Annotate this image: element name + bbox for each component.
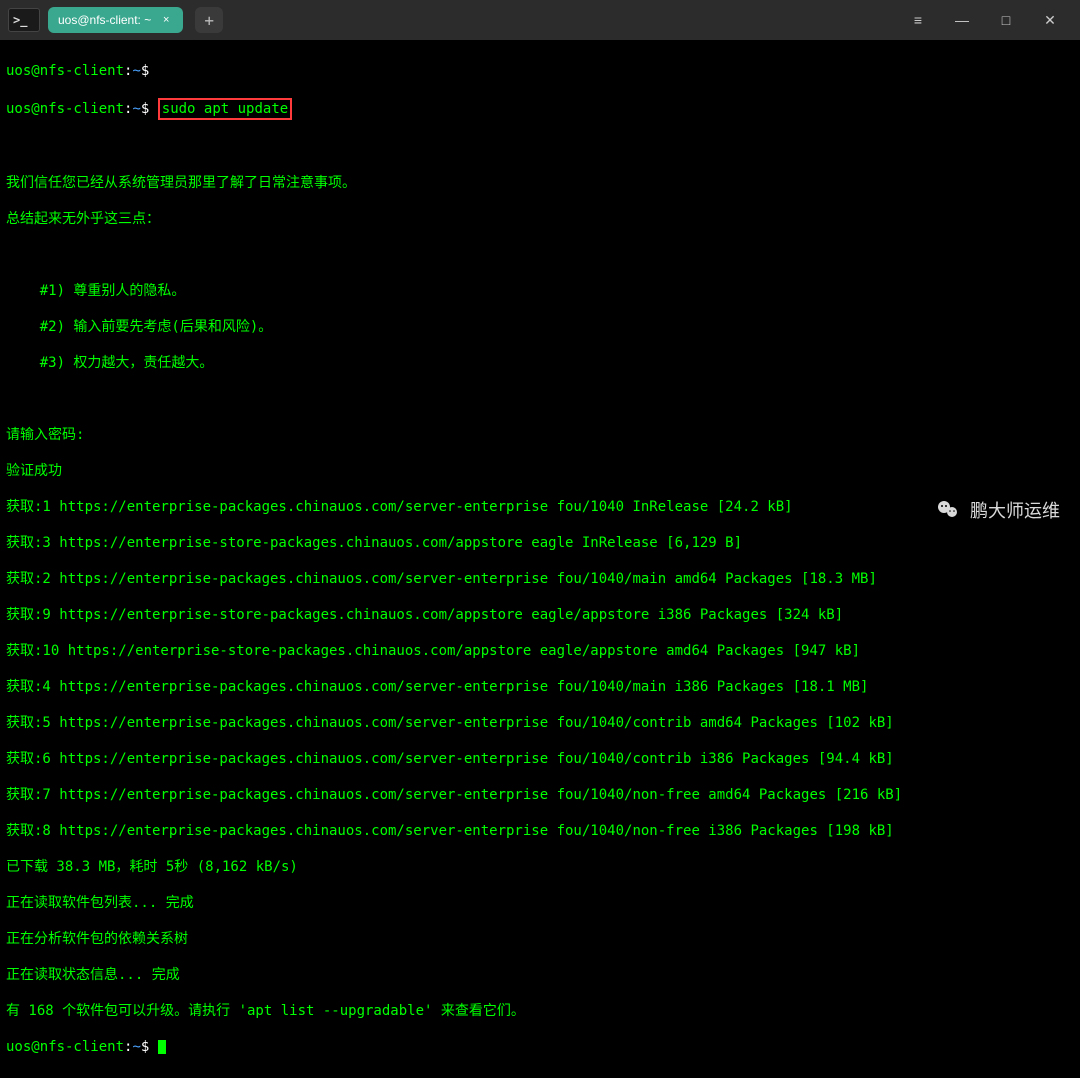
output-hit2: 获取:2 https://enterprise-packages.chinauo… xyxy=(6,570,1074,588)
prompt-user: uos@nfs-client xyxy=(6,1039,124,1055)
watermark-text: 鹏大师运维 xyxy=(970,497,1060,523)
blank-line xyxy=(6,246,1074,264)
window-controls: ≡ — □ ✕ xyxy=(908,12,1072,29)
prompt-path: ~ xyxy=(132,1039,140,1055)
output-reading-state: 正在读取状态信息... 完成 xyxy=(6,966,1074,984)
blank-line xyxy=(6,390,1074,408)
output-hit7: 获取:7 https://enterprise-packages.chinauo… xyxy=(6,786,1074,804)
close-button[interactable]: ✕ xyxy=(1040,12,1060,29)
output-hit4: 获取:4 https://enterprise-packages.chinauo… xyxy=(6,678,1074,696)
prompt-line-empty: uos@nfs-client:~$ xyxy=(6,62,1074,80)
cursor xyxy=(158,1040,166,1054)
prompt-user: uos@nfs-client xyxy=(6,63,124,79)
prompt-line-command: uos@nfs-client:~$ sudo apt update xyxy=(6,98,1074,120)
tab-title: uos@nfs-client: ~ xyxy=(58,13,151,27)
wechat-icon xyxy=(934,498,962,522)
output-summary: 总结起来无外乎这三点： xyxy=(6,210,1074,228)
output-hit6: 获取:6 https://enterprise-packages.chinauo… xyxy=(6,750,1074,768)
output-hit5: 获取:5 https://enterprise-packages.chinauo… xyxy=(6,714,1074,732)
command-text: sudo apt update xyxy=(162,101,288,117)
prompt-colon: : xyxy=(124,1039,132,1055)
output-upgradable: 有 168 个软件包可以升级。请执行 'apt list --upgradabl… xyxy=(6,1002,1074,1020)
prompt-path: ~ xyxy=(132,101,140,117)
prompt-user: uos@nfs-client xyxy=(6,101,124,117)
output-rule3: #3) 权力越大，责任越大。 xyxy=(6,354,1074,372)
terminal-app-icon[interactable]: >_ xyxy=(8,8,40,32)
output-hit3: 获取:3 https://enterprise-store-packages.c… xyxy=(6,534,1074,552)
minimize-button[interactable]: — xyxy=(952,12,972,28)
output-hit10: 获取:10 https://enterprise-store-packages.… xyxy=(6,642,1074,660)
new-tab-button[interactable]: + xyxy=(195,7,223,33)
output-building-tree: 正在分析软件包的依赖关系树 xyxy=(6,930,1074,948)
output-downloaded: 已下载 38.3 MB，耗时 5秒 (8,162 kB/s) xyxy=(6,858,1074,876)
blank-line xyxy=(6,138,1074,156)
prompt-dollar: $ xyxy=(141,101,149,117)
menu-button[interactable]: ≡ xyxy=(908,12,928,28)
prompt-path: ~ xyxy=(132,63,140,79)
output-verify-ok: 验证成功 xyxy=(6,462,1074,480)
prompt-dollar: $ xyxy=(141,63,149,79)
output-hit9: 获取:9 https://enterprise-store-packages.c… xyxy=(6,606,1074,624)
tab-close-icon[interactable]: × xyxy=(159,13,173,27)
maximize-button[interactable]: □ xyxy=(996,12,1016,28)
output-rule2: #2) 输入前要先考虑(后果和风险)。 xyxy=(6,318,1074,336)
output-trust: 我们信任您已经从系统管理员那里了解了日常注意事项。 xyxy=(6,174,1074,192)
output-rule1: #1) 尊重别人的隐私。 xyxy=(6,282,1074,300)
prompt-line-cursor: uos@nfs-client:~$ xyxy=(6,1038,1074,1056)
terminal-body[interactable]: uos@nfs-client:~$ uos@nfs-client:~$ sudo… xyxy=(0,40,1080,1078)
output-hit8: 获取:8 https://enterprise-packages.chinauo… xyxy=(6,822,1074,840)
titlebar: >_ uos@nfs-client: ~ × + ≡ — □ ✕ xyxy=(0,0,1080,40)
output-hit1: 获取:1 https://enterprise-packages.chinauo… xyxy=(6,498,1074,516)
prompt-dollar: $ xyxy=(141,1039,149,1055)
command-highlight-box: sudo apt update xyxy=(158,98,292,120)
output-reading-pkg: 正在读取软件包列表... 完成 xyxy=(6,894,1074,912)
terminal-tab[interactable]: uos@nfs-client: ~ × xyxy=(48,7,183,33)
output-password-prompt: 请输入密码: xyxy=(6,426,1074,444)
watermark: 鹏大师运维 xyxy=(934,497,1060,523)
